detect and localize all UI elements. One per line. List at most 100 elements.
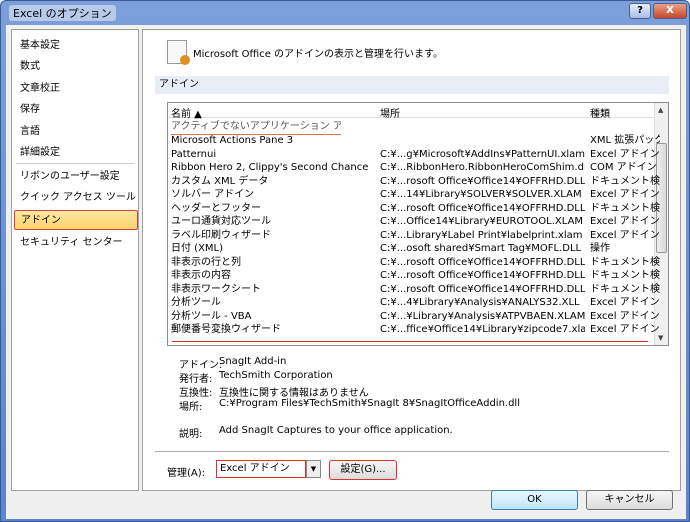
- cell-location: C:¥...14¥Library¥SOLVER¥SOLVER.XLAM: [380, 189, 582, 200]
- cell-type: ドキュメント検査: [590, 270, 660, 281]
- sidebar: 基本設定 数式 文章校正 保存 言語 詳細設定リボンのユーザー設定 クイック アクセス ツー…: [11, 29, 139, 491]
- excel-options-dialog: Excel のオプション ? X 基本設定 数式 文章校正 保存 言語 詳細設定リボンのユ…: [0, 0, 690, 522]
- detail-label: 説明:: [179, 429, 203, 440]
- cell-name: 分析ツール: [171, 297, 221, 308]
- cell-type: ドキュメント検査: [590, 175, 660, 187]
- cell-name: 日付 (XML): [171, 243, 224, 254]
- column-location[interactable]: 場所: [380, 105, 400, 120]
- addin-list[interactable]: 名前 ▲ 場所 種類 アクティブでないアプリケーション アドイン ▲ ▼ Mic…: [167, 102, 669, 346]
- table-row[interactable]: Ribbon Hero 2, Clippy's Second Chance C:¥…: [170, 161, 657, 175]
- cell-location: C:¥...rosoft Office¥Office14¥OFFRHD.DLL: [380, 256, 585, 268]
- cell-type: XML 拡張パック: [590, 135, 660, 146]
- cell-location: C:¥...rosoft Office¥Office14¥OFFRHD.DLL: [380, 283, 585, 295]
- cell-location: C:¥...rosoft Office¥Office14¥OFFRHD.DLL: [380, 175, 585, 187]
- close-button[interactable]: X: [653, 3, 687, 19]
- detail-label: 場所:: [179, 402, 203, 413]
- cell-type: ドキュメント検査: [590, 202, 660, 214]
- addin-icon: [167, 40, 190, 65]
- detail-value: 互換性に関する情報はありません: [219, 388, 369, 399]
- detail-label: 互換性:: [179, 388, 213, 399]
- cell-name: 郵便番号変換ウィザード: [171, 324, 281, 335]
- cell-name: ラベル印刷ウィザード: [171, 229, 271, 241]
- sidebar-item[interactable]: 基本設定: [14, 36, 138, 56]
- cell-location: C:¥...RibbonHero.RibbonHeroComShim.dll: [380, 162, 585, 173]
- sidebar-item[interactable]: リボンのユーザー設定: [14, 167, 138, 187]
- dialog-client: 基本設定 数式 文章校正 保存 言語 詳細設定リボンのユーザー設定 クイック アクセス ツー…: [6, 25, 686, 519]
- cancel-button[interactable]: キャンセル: [586, 490, 673, 510]
- sidebar-item[interactable]: 詳細設定: [14, 143, 138, 163]
- table-row[interactable]: Patternui C:¥...g¥Microsoft¥AddIns¥Patter…: [170, 148, 660, 162]
- chevron-down-icon[interactable]: ▼: [306, 460, 321, 478]
- manage-label: 管理(A):: [167, 468, 206, 479]
- manage-select[interactable]: Excel アドイン: [216, 460, 306, 478]
- table-row[interactable]: 郵便番号変換ウィザード C:¥...ffice¥Office14¥Library¥…: [170, 323, 660, 337]
- cell-type: Excel アドイン: [590, 310, 660, 322]
- cell-location: C:¥...ffice¥Office14¥Library¥zipcode7.xl…: [380, 324, 585, 335]
- cell-location: C:¥...g¥Microsoft¥AddIns¥PatternUI.xlam: [380, 148, 585, 160]
- sidebar-divider: [16, 163, 134, 164]
- cell-type: Excel アドイン: [590, 189, 660, 200]
- sidebar-item[interactable]: 文章校正: [14, 79, 138, 99]
- cell-type: ドキュメント検査: [590, 283, 660, 295]
- cell-name: 非表示の行と列: [171, 256, 241, 268]
- cell-type: ドキュメント検査: [590, 256, 660, 268]
- page-header: Microsoft Office のアドインの表示と管理を行います。: [193, 49, 444, 60]
- group-header: アクティブでないアプリケーション アドイン: [170, 120, 654, 135]
- list-header: 名前 ▲ 場所 種類: [168, 103, 654, 120]
- help-button[interactable]: ?: [629, 3, 651, 19]
- detail-label: アドイン:: [179, 360, 223, 371]
- sidebar-item[interactable]: セキュリティ センター: [14, 233, 138, 253]
- cell-type: Excel アドイン: [590, 216, 660, 227]
- table-row[interactable]: ラベル印刷ウィザード C:¥...Library¥Label Print¥labe…: [170, 229, 660, 243]
- table-row[interactable]: ヘッダーとフッター C:¥...rosoft Office¥Office14¥OF…: [170, 202, 660, 216]
- column-name[interactable]: 名前 ▲: [171, 105, 202, 120]
- table-row[interactable]: 非表示ワークシート C:¥...rosoft Office¥Office14¥OF…: [170, 283, 660, 297]
- sidebar-item[interactable]: アドイン: [14, 210, 138, 230]
- table-row[interactable]: ユーロ通貨対応ツール C:¥...Office14¥Library¥EUROTOO…: [170, 215, 660, 229]
- cell-location: C:¥...rosoft Office¥Office14¥OFFRHD.DLL: [380, 202, 585, 214]
- cell-type: Excel アドイン: [590, 297, 660, 308]
- cell-type: Excel アドイン: [590, 229, 660, 241]
- detail-value: Add SnagIt Captures to your office appli…: [219, 425, 453, 436]
- column-type[interactable]: 種類: [590, 105, 610, 120]
- window-title: Excel のオプション: [9, 5, 116, 21]
- cell-name: 非表示の内容: [171, 270, 231, 281]
- cell-name: ソルバー アドイン: [171, 189, 255, 200]
- annotation-line: [172, 341, 648, 342]
- go-button[interactable]: 設定(G)...: [329, 460, 397, 480]
- table-row[interactable]: 分析ツール C:¥...4¥Library¥Analysis¥ANALYS32.X…: [170, 296, 660, 310]
- cell-location: C:¥...Library¥Label Print¥labelprint.xla…: [380, 229, 583, 241]
- table-row[interactable]: Microsoft Actions Pane 3 XML 拡張パック: [170, 134, 660, 148]
- cell-location: C:¥...osoft shared¥Smart Tag¥MOFL.DLL: [380, 243, 582, 254]
- cell-location: C:¥...rosoft Office¥Office14¥OFFRHD.DLL: [380, 270, 585, 281]
- table-row[interactable]: 日付 (XML) C:¥...osoft shared¥Smart Tag¥MOF…: [170, 242, 654, 256]
- detail-value: C:¥Program Files¥TechSmith¥SnagIt 8¥Snag…: [219, 398, 520, 409]
- cell-name: ヘッダーとフッター: [171, 202, 261, 214]
- cell-name: 非表示ワークシート: [171, 283, 261, 295]
- cell-location: C:¥...¥Library¥Analysis¥ATPVBAEN.XLAM: [380, 310, 585, 322]
- table-row[interactable]: 非表示の内容 C:¥...rosoft Office¥Office14¥OFFRH…: [170, 269, 660, 283]
- ok-button[interactable]: OK: [491, 490, 578, 510]
- table-row[interactable]: 分析ツール - VBA C:¥...¥Library¥Analysis¥ATPVB…: [170, 310, 660, 324]
- sidebar-item[interactable]: 保存: [14, 100, 138, 120]
- sidebar-item[interactable]: 言語: [14, 122, 138, 142]
- cell-type: Excel アドイン: [590, 148, 660, 160]
- detail-value: SnagIt Add-in: [219, 356, 287, 367]
- sidebar-item[interactable]: クイック アクセス ツール バー: [14, 188, 138, 223]
- main-panel: Microsoft Office のアドインの表示と管理を行います。 アドイン …: [142, 29, 681, 491]
- table-row[interactable]: カスタム XML データ C:¥...rosoft Office¥Office14…: [170, 175, 660, 189]
- cell-location: C:¥...Office14¥Library¥EUROTOOL.XLAM: [380, 216, 584, 227]
- scroll-up-icon[interactable]: ▲: [658, 106, 663, 114]
- cell-name: ユーロ通貨対応ツール: [171, 216, 271, 227]
- table-row[interactable]: ソルバー アドイン C:¥...14¥Library¥SOLVER¥SOLVER.…: [170, 188, 660, 202]
- table-row[interactable]: 非表示の行と列 C:¥...rosoft Office¥Office14¥OFFR…: [170, 256, 660, 270]
- section-title: アドイン: [155, 76, 669, 94]
- cell-type: COM アドイン: [590, 162, 657, 173]
- cell-type: Excel アドイン: [590, 324, 660, 335]
- cell-type: 操作: [590, 243, 610, 254]
- divider: [155, 451, 669, 452]
- cell-name: 分析ツール - VBA: [171, 310, 252, 322]
- detail-label: 発行者:: [179, 374, 213, 385]
- sidebar-item[interactable]: 数式: [14, 57, 138, 77]
- group-label: アクティブでないアプリケーション アドイン: [171, 120, 341, 135]
